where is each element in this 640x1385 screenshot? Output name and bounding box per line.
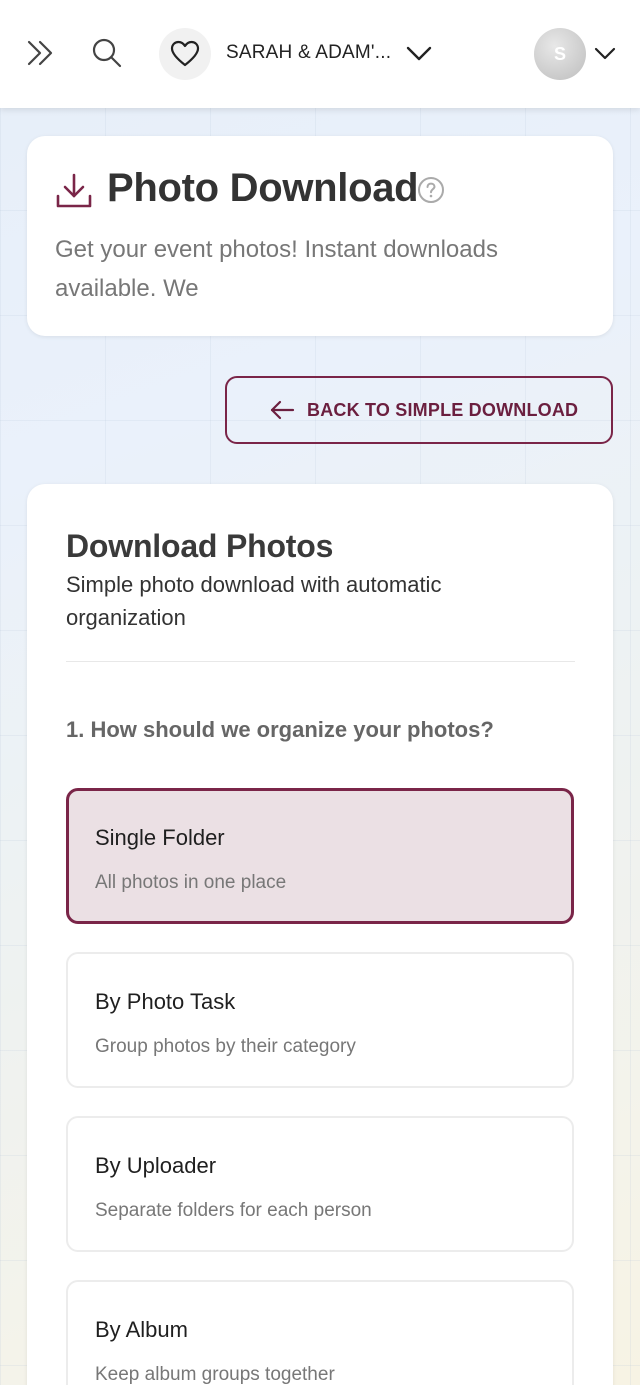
section-title: Download Photos [66, 528, 334, 564]
download-photos-card: Download Photos Simple photo download wi… [27, 484, 613, 1385]
section-subtitle: Simple photo download with automatic org… [66, 572, 442, 630]
option-description: All photos in one place [95, 872, 287, 893]
top-bar: SARAH & ADAM'... S [0, 0, 640, 108]
page-header-card: Photo Download Get your event photos! In… [27, 136, 613, 336]
option-title: By Album [95, 1317, 188, 1342]
help-icon[interactable] [417, 176, 445, 204]
heart-icon [170, 40, 200, 67]
option-description: Group photos by their category [95, 1036, 356, 1057]
option-by-uploader[interactable]: By Uploader Separate folders for each pe… [66, 1116, 574, 1252]
expand-icon[interactable] [24, 36, 58, 70]
page-subtitle: Get your event photos! Instant downloads… [55, 236, 498, 302]
page-title: Photo Download [107, 166, 419, 210]
user-avatar[interactable]: S [534, 28, 586, 80]
chevron-down-icon[interactable] [592, 42, 618, 66]
download-icon [56, 173, 92, 208]
option-single-folder[interactable]: Single Folder All photos in one place [66, 788, 574, 924]
option-by-album[interactable]: By Album Keep album groups together [66, 1280, 574, 1385]
chevron-down-icon[interactable] [404, 40, 434, 68]
event-name[interactable]: SARAH & ADAM'... [226, 42, 394, 64]
back-button-label: BACK TO SIMPLE DOWNLOAD [307, 400, 579, 420]
option-title: Single Folder [95, 825, 225, 850]
arrow-left-icon [270, 400, 295, 420]
option-description: Separate folders for each person [95, 1200, 372, 1221]
option-description: Keep album groups together [95, 1364, 335, 1385]
option-title: By Photo Task [95, 989, 236, 1014]
search-icon[interactable] [90, 36, 124, 70]
event-selector-heart[interactable] [159, 28, 211, 80]
divider [66, 661, 575, 662]
back-to-simple-download-button[interactable]: BACK TO SIMPLE DOWNLOAD [225, 376, 613, 444]
organize-question: 1. How should we organize your photos? [66, 717, 494, 742]
option-by-photo-task[interactable]: By Photo Task Group photos by their cate… [66, 952, 574, 1088]
option-title: By Uploader [95, 1153, 217, 1178]
